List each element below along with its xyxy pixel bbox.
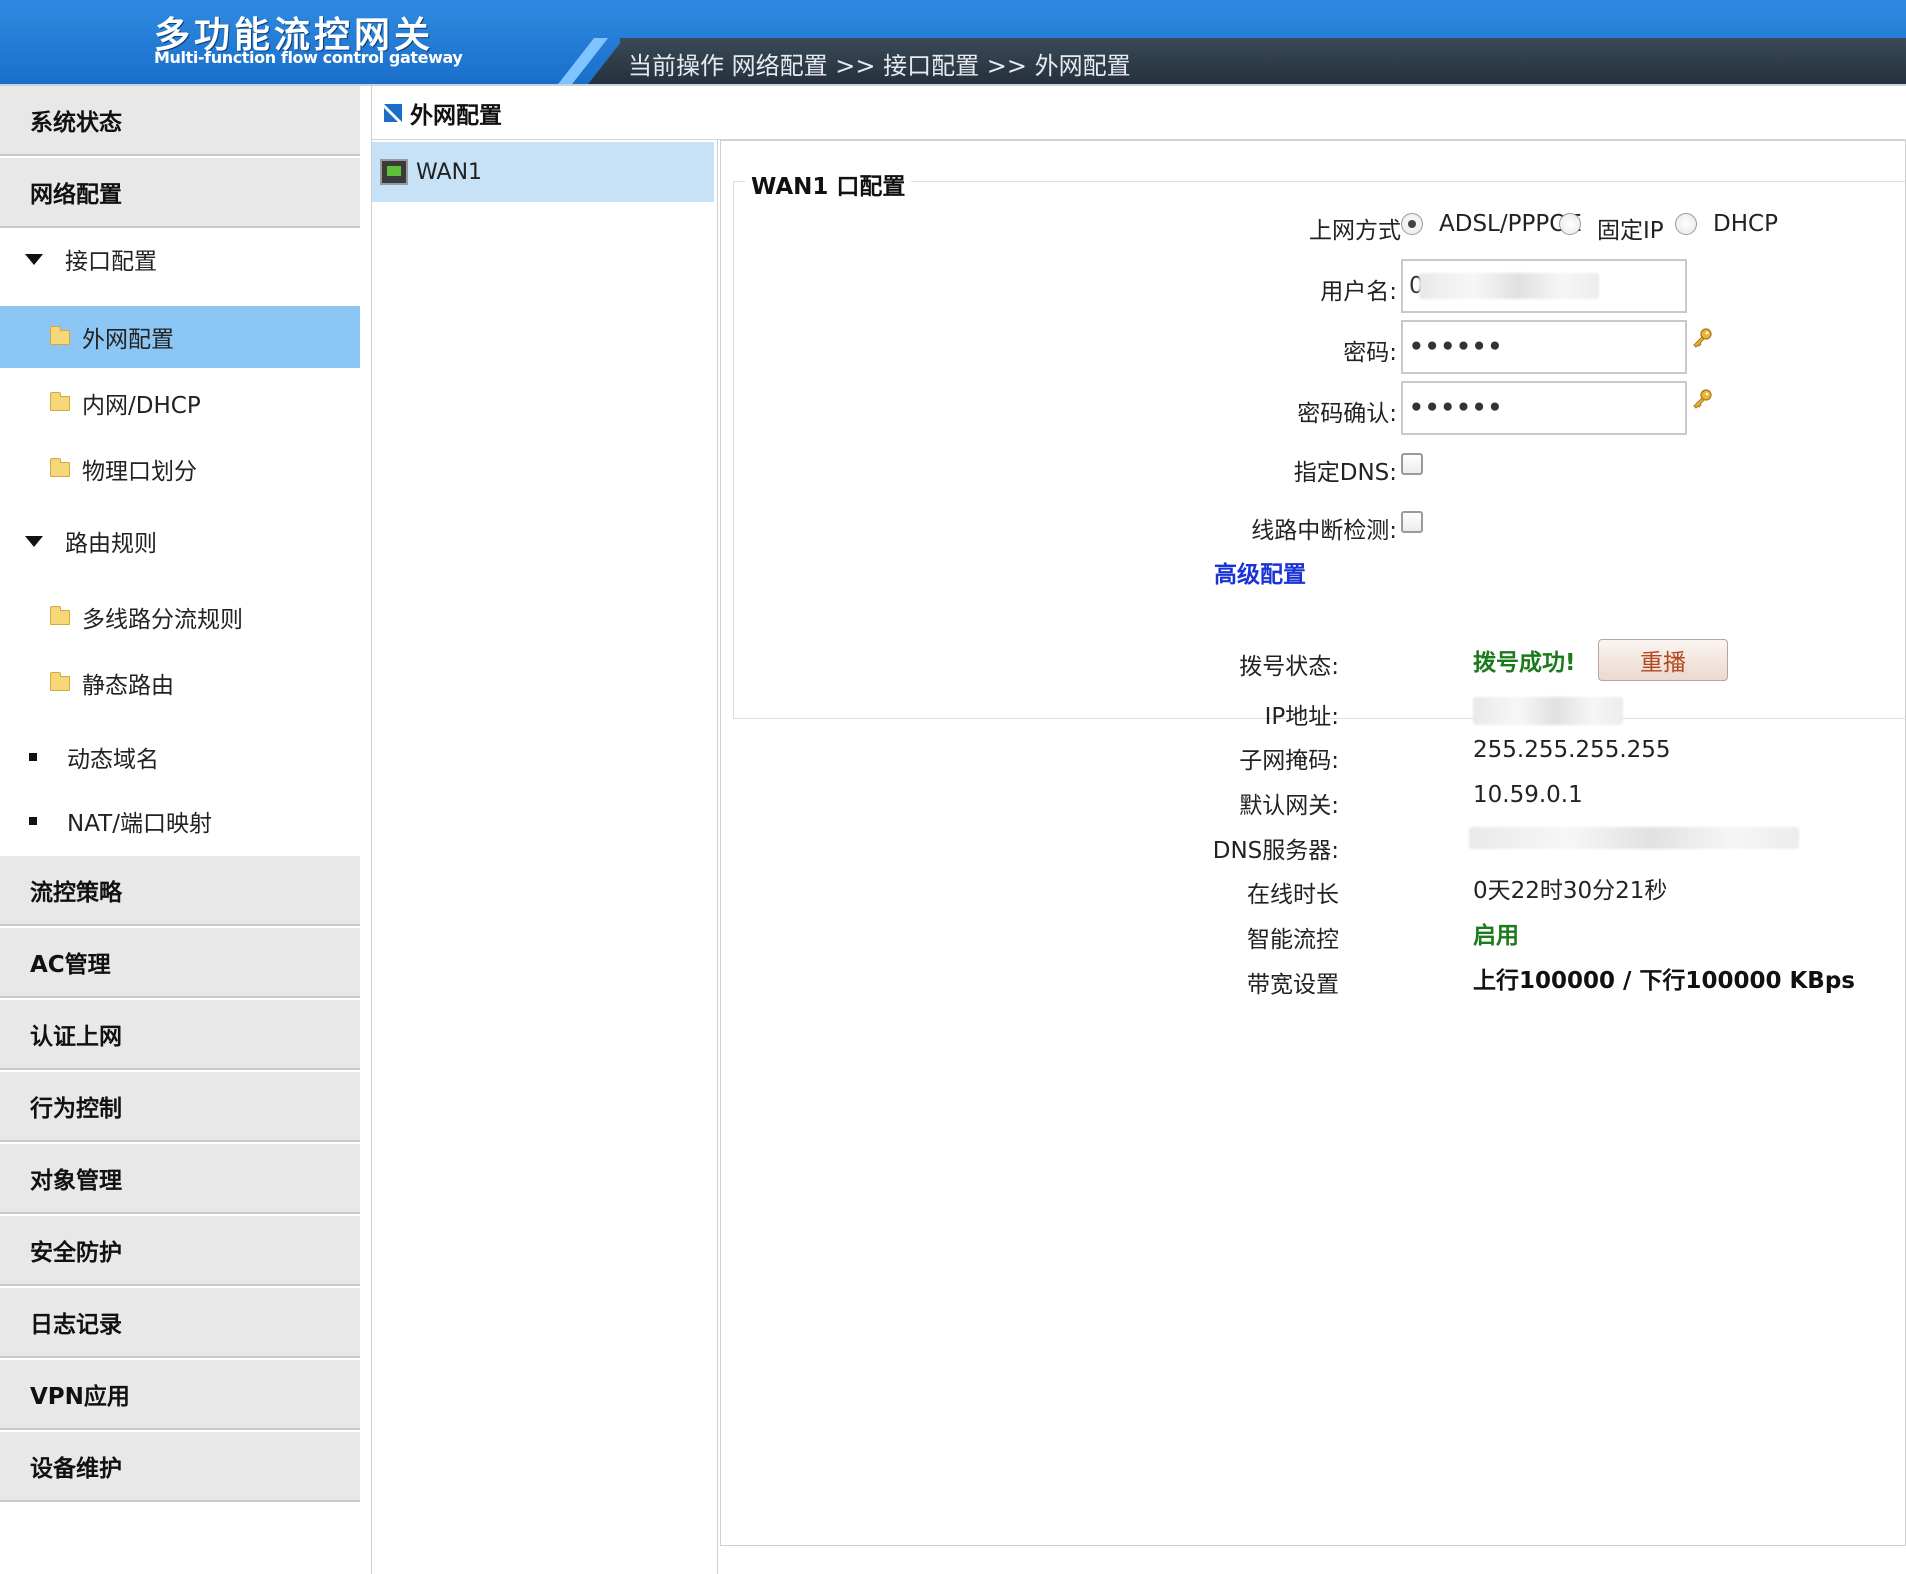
dial-status-label: 拨号状态:	[1239, 654, 1339, 680]
list-item-wan1[interactable]: WAN1	[372, 142, 714, 202]
dns-server-label: DNS服务器:	[1212, 838, 1339, 864]
sidebar-item-label: NAT/端口映射	[67, 811, 212, 837]
app-subtitle: Multi-function flow control gateway	[154, 48, 463, 67]
key-icon[interactable]	[1691, 388, 1713, 410]
uptime-value: 0天22时30分21秒	[1473, 878, 1668, 904]
username-label: 用户名:	[1320, 279, 1397, 305]
bandwidth-value: 上行100000 / 下行100000 KBps	[1473, 968, 1855, 994]
sidebar-item-label: 路由规则	[65, 531, 157, 557]
page-title: 外网配置	[410, 102, 502, 129]
list-item-label: WAN1	[416, 159, 483, 185]
sidebar-item-behavior[interactable]: 行为控制	[0, 1072, 360, 1142]
smart-flow-value: 启用	[1473, 923, 1519, 949]
bandwidth-label: 带宽设置	[1247, 972, 1339, 998]
sidebar-item-maintenance[interactable]: 设备维护	[0, 1432, 360, 1502]
redial-button[interactable]: 重播	[1598, 639, 1728, 681]
sidebar: 系统状态 网络配置 接口配置 外网配置 内网/DHCP 物理口划分 路由规则 多…	[0, 86, 372, 1574]
sidebar-item-ddns[interactable]: 动态域名	[0, 727, 360, 787]
key-icon[interactable]	[1691, 327, 1713, 349]
radio-dhcp-label: DHCP	[1713, 211, 1778, 237]
sidebar-item-label: 接口配置	[65, 249, 157, 275]
dial-status-value: 拨号成功!	[1473, 650, 1576, 676]
sidebar-item-security[interactable]: 安全防护	[0, 1216, 360, 1286]
custom-dns-checkbox[interactable]	[1401, 453, 1423, 475]
expand-triangle-icon	[25, 535, 43, 547]
confirm-password-input[interactable]	[1401, 381, 1687, 435]
sidebar-item-wan-config[interactable]: 外网配置	[0, 306, 360, 368]
confirm-password-label: 密码确认:	[1297, 401, 1397, 427]
redacted-ip	[1473, 697, 1623, 725]
sidebar-item-vpn[interactable]: VPN应用	[0, 1360, 360, 1430]
folder-icon	[50, 457, 70, 477]
sidebar-item-label: 内网/DHCP	[82, 393, 201, 419]
section-title-bar: 外网配置	[372, 86, 1906, 140]
sidebar-item-label: 多线路分流规则	[82, 607, 243, 633]
gateway-value: 10.59.0.1	[1473, 782, 1583, 808]
sidebar-item-interface-config[interactable]: 接口配置	[0, 229, 360, 289]
app-header: 多功能流控网关 Multi-function flow control gate…	[0, 0, 1906, 84]
bullet-icon	[29, 817, 37, 825]
fieldset-legend: WAN1 口配置	[745, 167, 912, 201]
gateway-label: 默认网关:	[1239, 793, 1339, 819]
mode-label: 上网方式	[1309, 218, 1401, 244]
sidebar-item-label: 物理口划分	[82, 459, 197, 485]
sidebar-item-objects[interactable]: 对象管理	[0, 1144, 360, 1214]
bullet-icon	[29, 753, 37, 761]
sidebar-item-ac-manage[interactable]: AC管理	[0, 928, 360, 998]
line-check-label: 线路中断检测:	[1251, 518, 1397, 544]
sidebar-item-routing-rules[interactable]: 路由规则	[0, 511, 360, 571]
sidebar-item-flow-policy[interactable]: 流控策略	[0, 856, 360, 926]
sidebar-item-system-status[interactable]: 系统状态	[0, 86, 360, 156]
subnet-mask-label: 子网掩码:	[1239, 748, 1339, 774]
sidebar-item-auth-net[interactable]: 认证上网	[0, 1000, 360, 1070]
wan-config-fieldset	[733, 181, 1906, 719]
sidebar-item-label: 动态域名	[67, 747, 159, 773]
radio-static-ip-label: 固定IP	[1597, 218, 1664, 244]
smart-flow-label: 智能流控	[1247, 927, 1339, 953]
password-label: 密码:	[1343, 340, 1397, 366]
sidebar-item-logs[interactable]: 日志记录	[0, 1288, 360, 1358]
breadcrumb: 当前操作 网络配置 >> 接口配置 >> 外网配置	[628, 52, 1131, 80]
uptime-label: 在线时长	[1247, 882, 1339, 908]
ip-address-label: IP地址:	[1264, 704, 1339, 730]
folder-icon	[50, 325, 70, 345]
radio-dhcp[interactable]	[1675, 213, 1697, 235]
password-input[interactable]	[1401, 320, 1687, 374]
sidebar-item-lan-dhcp[interactable]: 内网/DHCP	[0, 372, 360, 434]
radio-static-ip[interactable]	[1559, 213, 1581, 235]
folder-icon	[50, 605, 70, 625]
folder-icon	[50, 671, 70, 691]
radio-adsl[interactable]	[1401, 213, 1423, 235]
redacted-dns	[1469, 827, 1799, 849]
expand-triangle-icon	[25, 253, 43, 265]
sidebar-item-physical-ports[interactable]: 物理口划分	[0, 438, 360, 500]
folder-icon	[50, 391, 70, 411]
redacted-username	[1419, 273, 1599, 299]
line-check-checkbox[interactable]	[1401, 511, 1423, 533]
advanced-config-link[interactable]: 高级配置	[1214, 555, 1306, 589]
sidebar-item-label: 静态路由	[82, 673, 174, 699]
sidebar-item-static-route[interactable]: 静态路由	[0, 652, 360, 714]
custom-dns-label: 指定DNS:	[1293, 460, 1397, 486]
sidebar-item-multiline-rules[interactable]: 多线路分流规则	[0, 586, 360, 648]
arrow-down-right-icon	[384, 103, 402, 122]
config-content: WAN1 口配置 上网方式 ADSL/PPPOE 固定IP DHCP 用户名: …	[720, 140, 1906, 1546]
subnet-mask-value: 255.255.255.255	[1473, 737, 1671, 763]
sidebar-item-network-config[interactable]: 网络配置	[0, 158, 360, 228]
sidebar-item-label: 外网配置	[82, 327, 174, 353]
interface-list-panel: WAN1	[372, 140, 718, 1574]
network-port-icon	[380, 159, 408, 185]
sidebar-item-nat[interactable]: NAT/端口映射	[0, 791, 360, 851]
